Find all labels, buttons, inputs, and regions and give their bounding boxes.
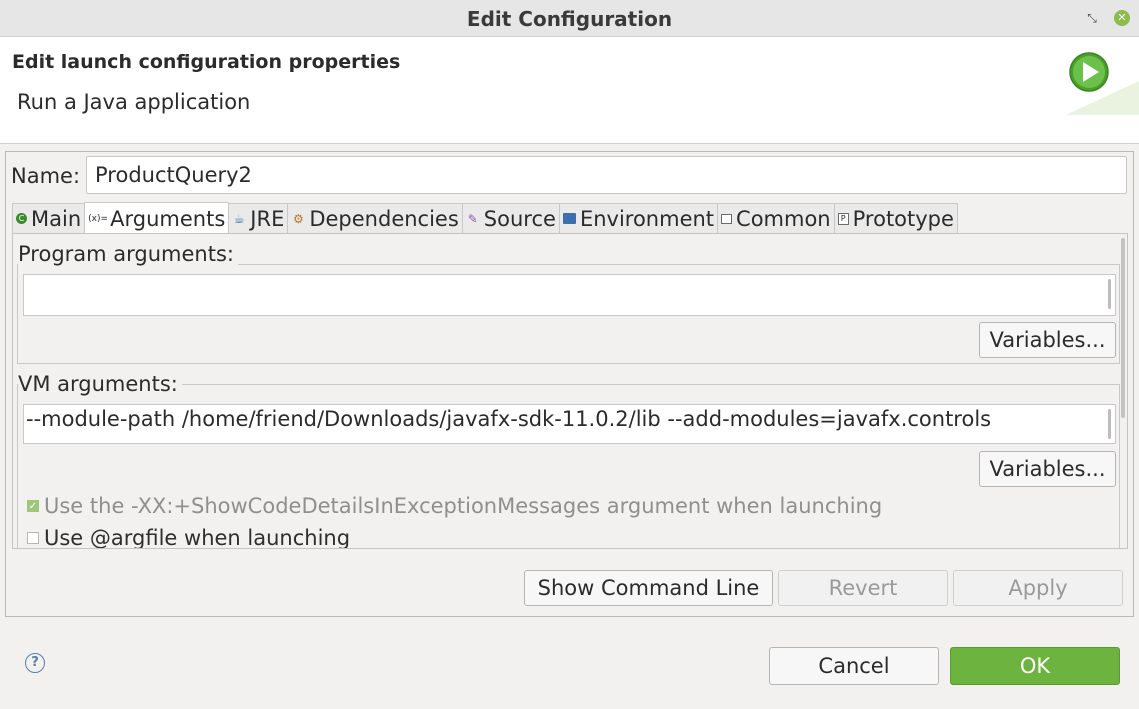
- tab-dependencies[interactable]: ⚙ Dependencies: [287, 203, 463, 233]
- ok-button[interactable]: OK: [950, 647, 1120, 685]
- cancel-button[interactable]: Cancel: [769, 647, 939, 685]
- tab-environment[interactable]: Environment: [558, 203, 719, 233]
- tab-jre[interactable]: ☕ JRE: [228, 203, 289, 233]
- argfile-label: Use @argfile when launching: [44, 526, 351, 549]
- vm-variables-button[interactable]: Variables...: [979, 451, 1116, 487]
- tab-bar: C Main (x)= Arguments ☕ JRE ⚙ Dependenci…: [12, 202, 958, 234]
- header-title: Edit launch configuration properties: [12, 51, 401, 73]
- vm-arguments-label: VM arguments:: [18, 372, 182, 396]
- arguments-icon: (x)=: [88, 213, 109, 224]
- window-title: Edit Configuration: [466, 7, 673, 31]
- prototype-icon: P: [837, 212, 849, 225]
- tab-source-label: Source: [483, 206, 556, 231]
- name-label: Name:: [11, 164, 81, 188]
- vm-arguments-value: --module-path /home/friend/Downloads/jav…: [26, 407, 992, 431]
- argfile-option[interactable]: Use @argfile when launching: [27, 526, 351, 549]
- header-subtitle: Run a Java application: [17, 90, 251, 114]
- arguments-tab-content: Program arguments: Variables... VM argum…: [12, 233, 1128, 549]
- dependencies-icon: ⚙: [292, 211, 304, 226]
- run-icon: [1066, 52, 1139, 115]
- tab-prototype-label: Prototype: [852, 206, 954, 231]
- name-field[interactable]: [86, 156, 1127, 194]
- show-code-details-label: Use the -XX:+ShowCodeDetailsInExceptionM…: [44, 494, 883, 518]
- tab-main-label: Main: [31, 206, 82, 231]
- show-command-line-button[interactable]: Show Command Line: [524, 570, 773, 606]
- tab-common[interactable]: Common: [717, 203, 835, 233]
- tab-dependencies-label: Dependencies: [309, 206, 459, 231]
- tab-main[interactable]: C Main: [12, 203, 86, 233]
- vm-arguments-scrollbar[interactable]: [1108, 409, 1111, 439]
- show-code-details-checkbox[interactable]: ✓: [27, 500, 39, 512]
- close-icon[interactable]: ✕: [1114, 10, 1130, 26]
- tab-common-label: Common: [736, 206, 831, 231]
- title-bar: Edit Configuration ⤡ ✕: [0, 0, 1139, 37]
- revert-button[interactable]: Revert: [778, 570, 948, 606]
- vm-arguments-field[interactable]: --module-path /home/friend/Downloads/jav…: [23, 404, 1116, 444]
- program-arguments-label: Program arguments:: [18, 242, 238, 266]
- program-arguments-field[interactable]: [23, 274, 1116, 316]
- tab-arguments-label: Arguments: [110, 206, 226, 231]
- argfile-checkbox[interactable]: [27, 532, 39, 544]
- source-icon: ✎: [467, 211, 478, 226]
- main-icon: C: [16, 213, 27, 224]
- restore-icon[interactable]: ⤡: [1084, 10, 1100, 26]
- tab-arguments[interactable]: (x)= Arguments: [84, 202, 230, 234]
- dialog-header: Edit launch configuration properties Run…: [0, 37, 1139, 144]
- apply-button[interactable]: Apply: [953, 570, 1123, 606]
- tab-jre-label: JRE: [250, 206, 285, 231]
- common-icon: [721, 213, 733, 224]
- tab-content-scrollbar[interactable]: [1121, 238, 1125, 418]
- jre-icon: ☕: [233, 211, 245, 226]
- show-code-details-option[interactable]: ✓ Use the -XX:+ShowCodeDetailsInExceptio…: [27, 494, 882, 518]
- tab-prototype[interactable]: P Prototype: [833, 203, 958, 233]
- program-variables-button[interactable]: Variables...: [979, 322, 1116, 358]
- tab-environment-label: Environment: [579, 206, 715, 231]
- environment-icon: [562, 213, 576, 224]
- help-icon[interactable]: ?: [25, 653, 45, 673]
- program-arguments-scrollbar[interactable]: [1108, 279, 1111, 309]
- tab-source[interactable]: ✎ Source: [461, 203, 560, 233]
